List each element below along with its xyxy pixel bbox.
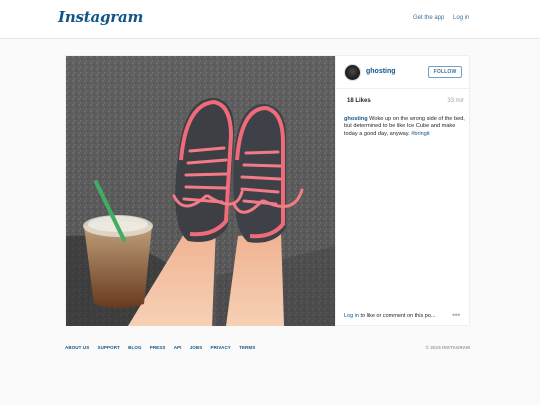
footer-links: ABOUT US SUPPORT BLOG PRESS API JOBS PRI…: [65, 345, 264, 350]
login-prompt-text: to like or comment on this po...: [359, 313, 436, 319]
more-options-icon[interactable]: •••: [452, 310, 460, 320]
footer-link-press[interactable]: PRESS: [150, 345, 166, 350]
footer-link-support[interactable]: SUPPORT: [98, 345, 120, 350]
footer-link-jobs[interactable]: JOBS: [190, 345, 203, 350]
likes-count[interactable]: 18 Likes: [347, 98, 371, 104]
footer-link-blog[interactable]: BLOG: [128, 345, 141, 350]
copyright-notice: © 2015 INSTAGRAM: [425, 345, 470, 350]
get-the-app-link[interactable]: Get the app: [413, 15, 444, 21]
login-prompt: Log in to like or comment on this po...: [344, 313, 435, 319]
post-username[interactable]: ghosting: [366, 68, 396, 75]
user-avatar[interactable]: [344, 64, 361, 81]
post-card: ghosting FOLLOW 18 Likes 33 mir ghosting…: [65, 55, 471, 326]
caption-hashtag[interactable]: #bringit: [411, 131, 429, 137]
post-photo[interactable]: [66, 56, 335, 326]
footer-link-about-us[interactable]: ABOUT US: [65, 345, 89, 350]
post-header: ghosting FOLLOW: [336, 56, 471, 89]
footer-link-terms[interactable]: TERMS: [239, 345, 255, 350]
post-timestamp: 33 mir: [447, 98, 464, 104]
post-actions: Log in to like or comment on this po... …: [336, 310, 471, 326]
top-navigation-bar: Instagram Get the app Log in: [0, 0, 540, 39]
login-link[interactable]: Log in: [453, 15, 469, 21]
footer-link-privacy[interactable]: PRIVACY: [211, 345, 231, 350]
photo-illustration: [66, 56, 335, 326]
footer-link-api[interactable]: API: [174, 345, 182, 350]
instagram-logo[interactable]: Instagram: [58, 8, 143, 26]
caption-username[interactable]: ghosting: [344, 116, 368, 122]
follow-button[interactable]: FOLLOW: [428, 66, 462, 78]
login-to-comment-link[interactable]: Log in: [344, 313, 359, 319]
post-sidebar: ghosting FOLLOW 18 Likes 33 mir ghosting…: [335, 56, 471, 326]
post-caption: ghosting Woke up on the wrong side of th…: [344, 116, 468, 138]
page-footer: ABOUT US SUPPORT BLOG PRESS API JOBS PRI…: [65, 345, 470, 355]
